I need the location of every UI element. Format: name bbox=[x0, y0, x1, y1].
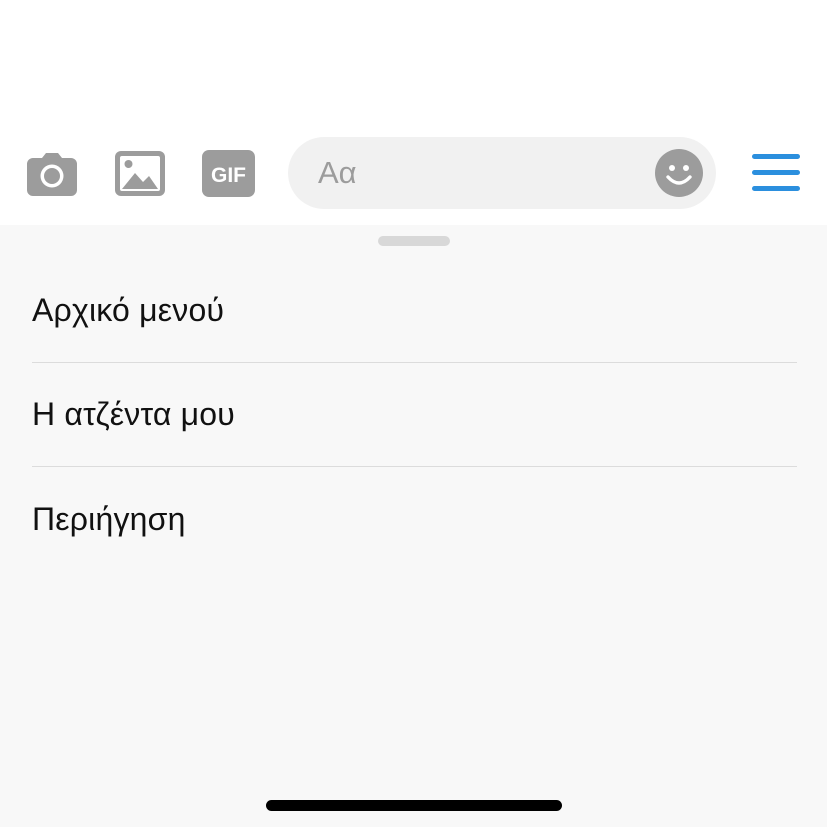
menu-item-label: Η ατζέντα μου bbox=[32, 396, 235, 432]
smiley-icon bbox=[655, 149, 703, 197]
hamburger-menu-icon bbox=[752, 154, 800, 191]
menu-list: Αρχικό μενού Η ατζέντα μου Περιήγηση bbox=[32, 259, 797, 571]
message-field[interactable] bbox=[288, 137, 716, 209]
message-composer: GIF bbox=[0, 132, 827, 218]
home-indicator bbox=[266, 800, 562, 811]
menu-item-agenda[interactable]: Η ατζέντα μου bbox=[32, 363, 797, 467]
top-area: GIF bbox=[0, 0, 827, 225]
photo-button[interactable] bbox=[115, 151, 165, 196]
sheet-grabber[interactable] bbox=[378, 236, 450, 246]
gif-icon: GIF bbox=[202, 150, 255, 197]
menu-item-label: Αρχικό μενού bbox=[32, 292, 225, 328]
menu-item-browse[interactable]: Περιήγηση bbox=[32, 467, 797, 571]
emoji-button[interactable] bbox=[655, 149, 703, 197]
camera-icon bbox=[27, 153, 77, 196]
camera-button[interactable] bbox=[26, 151, 78, 197]
image-icon bbox=[115, 151, 165, 196]
message-input[interactable] bbox=[318, 137, 648, 209]
menu-item-label: Περιήγηση bbox=[32, 500, 186, 537]
gif-label: GIF bbox=[211, 164, 246, 187]
menu-item-home[interactable]: Αρχικό μενού bbox=[32, 259, 797, 363]
menu-button[interactable] bbox=[752, 152, 800, 192]
menu-sheet: Αρχικό μενού Η ατζέντα μου Περιήγηση bbox=[0, 225, 827, 827]
gif-button[interactable]: GIF bbox=[202, 150, 255, 197]
